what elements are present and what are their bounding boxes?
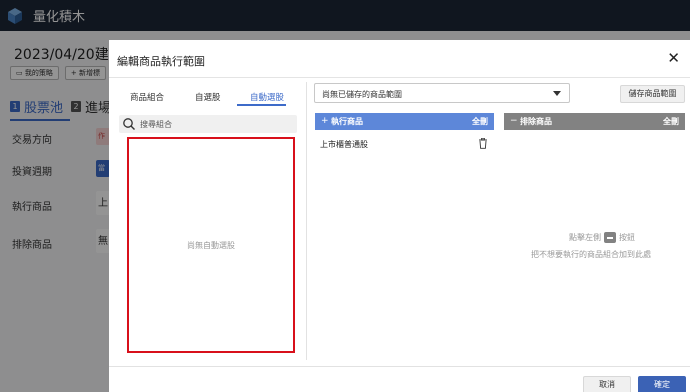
exec-products-title: 執行商品 <box>331 117 363 126</box>
minus-square-icon <box>604 232 616 243</box>
search-input[interactable] <box>140 117 290 131</box>
save-range-button[interactable]: 儲存商品範圍 <box>620 85 685 103</box>
exclude-hint: 點擊左側 按鈕 <box>569 232 635 243</box>
source-tabs: 商品組合 自選股 自動選股 <box>123 91 298 105</box>
exclude-products-title: 排除商品 <box>520 117 552 126</box>
trash-icon[interactable] <box>478 138 488 149</box>
combo-search <box>119 115 297 133</box>
search-icon <box>123 118 135 130</box>
edit-range-dialog: 編輯商品執行範圍 ✕ 商品組合 自選股 自動選股 尚無自動選股 尚無已儲存的商品… <box>109 40 690 392</box>
hint-suffix: 按鈕 <box>619 233 635 242</box>
exec-delete-all-button[interactable]: 全刪 <box>472 116 488 127</box>
exec-products-header: + 執行商品 全刪 <box>315 113 494 130</box>
saved-range-value: 尚無已儲存的商品範圍 <box>322 90 402 99</box>
active-tab-underline <box>237 104 286 106</box>
plus-icon: + <box>321 116 329 126</box>
saved-range-select[interactable]: 尚無已儲存的商品範圍 <box>314 83 570 103</box>
list-item: 上市櫃普通股 <box>320 140 368 149</box>
close-icon[interactable]: ✕ <box>667 51 680 66</box>
empty-state-text: 尚無自動選股 <box>187 240 235 250</box>
exclude-products-header: − 排除商品 全刪 <box>504 113 685 130</box>
confirm-button[interactable]: 確定 <box>638 376 686 392</box>
tab-watchlist[interactable]: 自選股 <box>195 91 221 103</box>
auto-screener-list: 尚無自動選股 <box>127 137 295 353</box>
caret-down-icon <box>553 91 561 96</box>
panel-divider <box>306 82 307 360</box>
cancel-button[interactable]: 取消 <box>583 376 631 392</box>
exclude-hint-detail: 把不想要執行的商品組合加到此處 <box>531 250 651 259</box>
footer-divider <box>109 366 690 367</box>
tab-product-combo[interactable]: 商品組合 <box>130 91 164 103</box>
hint-prefix: 點擊左側 <box>569 233 601 242</box>
minus-icon: − <box>510 116 518 126</box>
dialog-header: 編輯商品執行範圍 ✕ <box>109 40 690 78</box>
tab-auto-screener[interactable]: 自動選股 <box>250 91 284 103</box>
dialog-title: 編輯商品執行範圍 <box>117 55 205 68</box>
exclude-delete-all-button[interactable]: 全刪 <box>663 116 679 127</box>
